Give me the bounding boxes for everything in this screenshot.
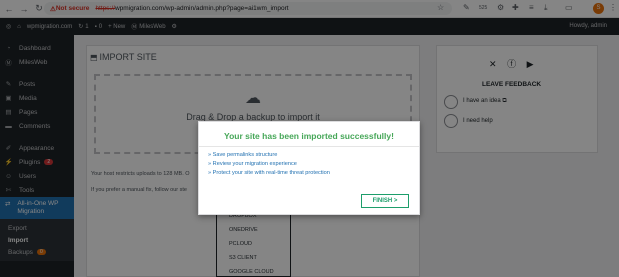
import-success-modal: Your site has been imported successfully… (198, 121, 420, 215)
protect-site-link[interactable]: » Protect your site with real-time threa… (208, 169, 330, 178)
save-permalinks-link[interactable]: » Save permalinks structure (208, 151, 330, 160)
modal-title: Your site has been imported successfully… (224, 131, 394, 141)
finish-button[interactable]: FINISH > (361, 194, 409, 208)
review-experience-link[interactable]: » Review your migration experience (208, 160, 330, 169)
modal-divider (199, 146, 419, 147)
modal-links: » Save permalinks structure » Review you… (208, 151, 330, 178)
